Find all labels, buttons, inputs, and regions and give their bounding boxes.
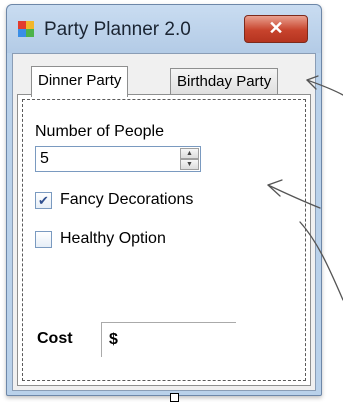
title-bar[interactable]: Party Planner 2.0 ✕ xyxy=(7,5,321,53)
cost-display: $ xyxy=(101,322,236,357)
resize-handle[interactable] xyxy=(170,393,179,402)
tab-dinner-party[interactable]: Dinner Party xyxy=(31,66,129,97)
tab-panel: Number of People 5 ▲ ▼ ✔ Fancy Decoratio… xyxy=(17,94,311,386)
client-area: Dinner Party Birthday Party Number of Pe… xyxy=(12,53,316,391)
healthy-option-label[interactable]: Healthy Option xyxy=(60,230,166,248)
healthy-option-checkbox[interactable] xyxy=(35,231,52,248)
number-of-people-value[interactable]: 5 xyxy=(40,150,49,168)
checkmark-icon: ✔ xyxy=(38,193,49,208)
close-button[interactable]: ✕ xyxy=(244,15,308,43)
spin-up-icon[interactable]: ▲ xyxy=(180,148,199,159)
spin-down-icon[interactable]: ▼ xyxy=(180,159,199,170)
cost-label: Cost xyxy=(37,330,73,347)
spin-buttons: ▲ ▼ xyxy=(180,148,199,170)
close-icon: ✕ xyxy=(268,18,284,38)
number-of-people-stepper[interactable]: 5 ▲ ▼ xyxy=(35,146,201,172)
number-of-people-label: Number of People xyxy=(35,123,164,140)
cost-value: $ xyxy=(109,331,118,348)
app-window: Party Planner 2.0 ✕ Dinner Party Birthda… xyxy=(6,4,322,396)
window-title: Party Planner 2.0 xyxy=(44,19,191,40)
tab-birthday-party[interactable]: Birthday Party xyxy=(170,68,279,95)
app-icon xyxy=(18,21,34,37)
fancy-decorations-label[interactable]: Fancy Decorations xyxy=(60,191,193,209)
fancy-decorations-checkbox[interactable]: ✔ xyxy=(35,192,52,209)
